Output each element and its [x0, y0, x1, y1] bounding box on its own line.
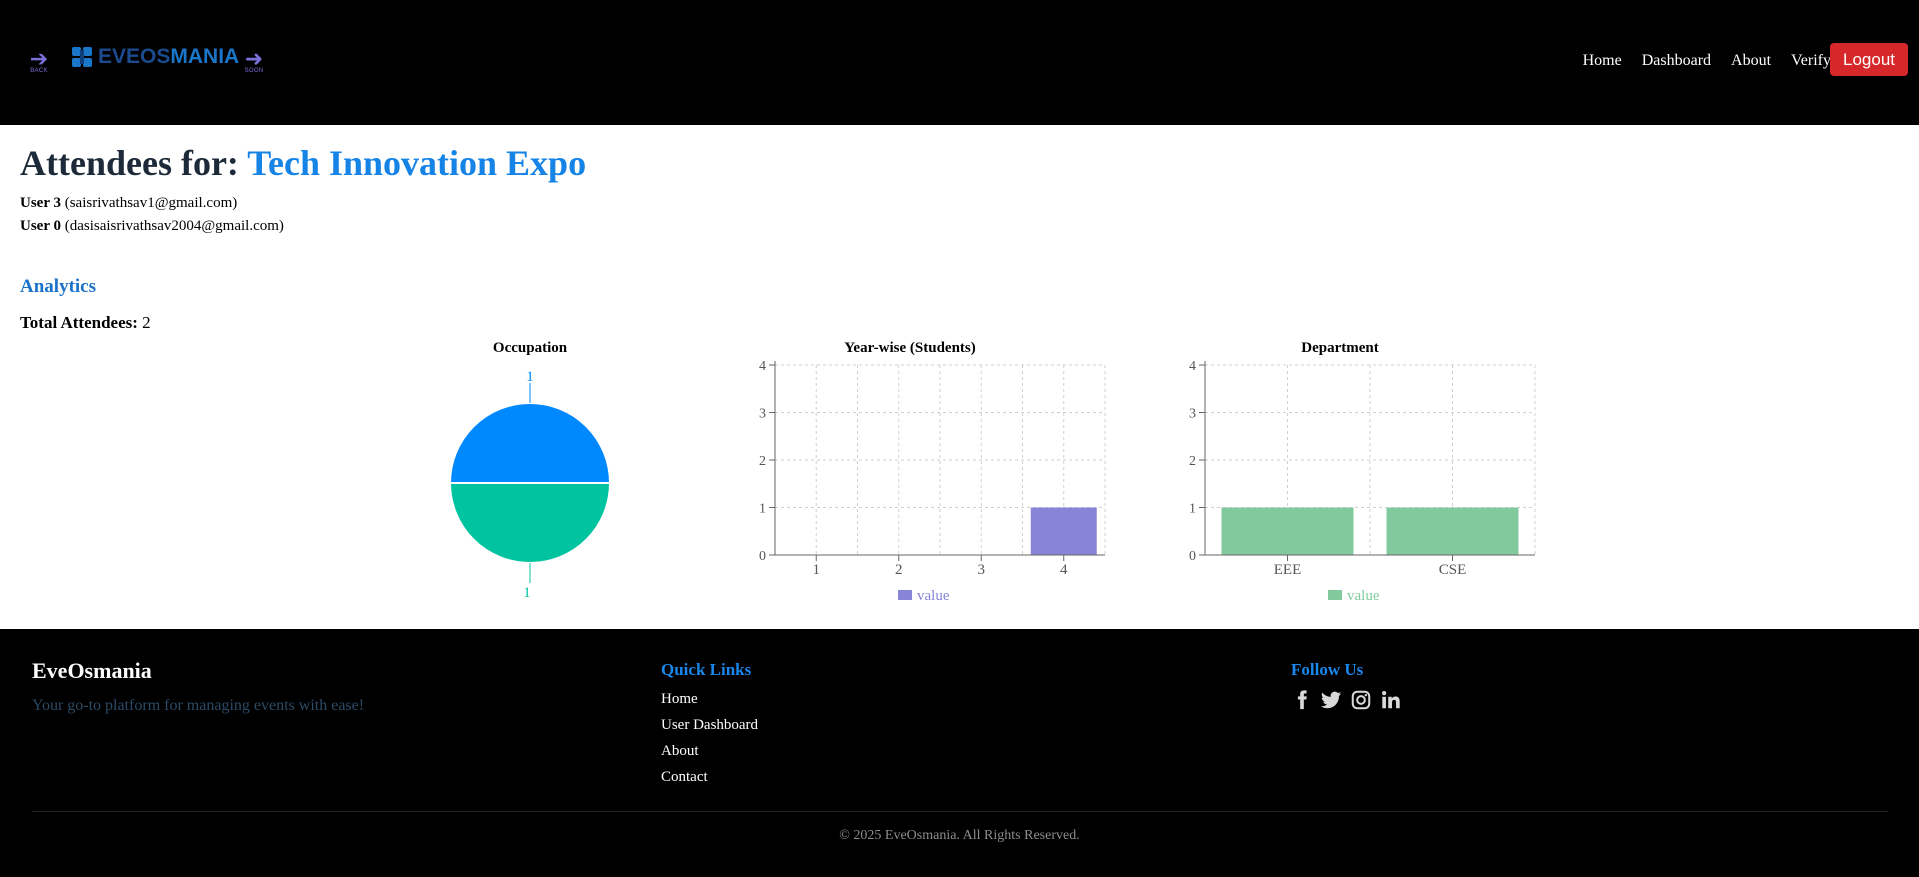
nav-link-dashboard[interactable]: Dashboard [1642, 52, 1711, 70]
logout-button[interactable]: Logout [1830, 43, 1908, 76]
pie-slice [448, 482, 612, 564]
footer-divider [32, 811, 1888, 812]
attendee-email: (dasisaisrivathsav2004@gmail.com) [64, 218, 284, 234]
department-legend-swatch [1328, 590, 1342, 600]
yearwise-y-tick-label: 0 [759, 549, 766, 564]
logo-text-part2: MANIA [170, 45, 240, 68]
page-title-prefix: Attendees for: [20, 143, 239, 183]
back-label: BACK [30, 68, 48, 74]
instagram-icon[interactable] [1350, 689, 1372, 711]
twitter-icon[interactable] [1320, 689, 1342, 711]
nav-link-verify[interactable]: Verify [1791, 52, 1831, 70]
logo-text-part1: EVEOS [98, 45, 171, 68]
soon-label: SOON [244, 68, 264, 74]
facebook-icon[interactable] [1291, 689, 1313, 711]
footer-brand: EveOsmania [32, 658, 152, 683]
department-y-tick-label: 4 [1189, 359, 1196, 374]
yearwise-legend-swatch [898, 590, 912, 600]
footer-link-contact[interactable]: Contact [661, 769, 708, 786]
navbar: ➔ BACK EVEOS MANIA ➜ SOON Home Dashboard … [0, 0, 1919, 125]
footer-link-about[interactable]: About [661, 743, 699, 760]
attendee-name: User 0 [20, 218, 61, 234]
copyright-text: © 2025 EveOsmania. All Rights Reserved. [839, 828, 1080, 843]
nav-links: Home Dashboard About Verify [1583, 52, 1831, 70]
pie-slice [448, 402, 612, 484]
event-name: Tech Innovation Expo [247, 143, 587, 183]
attendee-email: (saisrivathsav1@gmail.com) [64, 195, 238, 211]
attendee-name: User 3 [20, 195, 61, 211]
total-attendees: Total Attendees: 2 [20, 313, 151, 333]
department-bar-chart: 0 1 2 3 4 EEE CSE value [1189, 359, 1536, 604]
footer-tagline: Your go-to platform for managing events … [32, 697, 365, 714]
department-y-tick-label: 2 [1189, 454, 1196, 469]
department-bar [1221, 507, 1354, 555]
yearwise-bar-chart: 0 1 2 3 4 1 2 3 4 value [759, 359, 1106, 604]
department-bar [1386, 507, 1519, 555]
logo-mark-icon [72, 47, 92, 67]
occupation-chart-title: Occupation [492, 340, 568, 356]
footer: EveOsmania Your go-to platform for manag… [0, 629, 1919, 877]
yearwise-x-tick-label: 2 [895, 562, 903, 578]
department-y-tick-label: 0 [1189, 549, 1196, 564]
department-x-tick-label: CSE [1439, 562, 1467, 578]
department-x-tick-label: EEE [1274, 562, 1302, 578]
nav-link-home[interactable]: Home [1583, 52, 1622, 70]
occupation-pie-chart: 11 [448, 369, 612, 601]
yearwise-y-tick-label: 3 [759, 407, 766, 422]
department-y-tick-label: 1 [1189, 502, 1196, 517]
total-attendees-label: Total Attendees: [20, 313, 138, 332]
page-title: Attendees for: Tech Innovation Expo [20, 142, 586, 184]
yearwise-y-tick-label: 2 [759, 454, 766, 469]
yearwise-y-tick-label: 4 [759, 359, 766, 374]
back-arrow-icon[interactable]: ➔ BACK [28, 48, 50, 75]
analytics-heading: Analytics [20, 276, 96, 297]
department-y-tick-label: 3 [1189, 407, 1196, 422]
attendee-item: User 3 (saisrivathsav1@gmail.com) [20, 195, 237, 212]
yearwise-bar [1030, 507, 1097, 555]
yearwise-legend-label: value [917, 588, 950, 604]
total-attendees-value: 2 [142, 313, 151, 332]
linkedin-icon[interactable] [1380, 689, 1402, 711]
quick-links-heading: Quick Links [661, 660, 752, 679]
attendee-item: User 0 (dasisaisrivathsav2004@gmail.com) [20, 218, 284, 235]
pie-slice-label: 1 [523, 585, 531, 601]
yearwise-x-tick-label: 4 [1060, 562, 1068, 578]
footer-link-home[interactable]: Home [661, 691, 698, 708]
footer-link-user-dashboard[interactable]: User Dashboard [661, 717, 758, 734]
yearwise-y-tick-label: 1 [759, 502, 766, 517]
department-legend-label: value [1347, 588, 1380, 604]
yearwise-x-tick-label: 3 [978, 562, 986, 578]
nav-link-about[interactable]: About [1731, 52, 1771, 70]
follow-us-heading: Follow Us [1291, 660, 1364, 679]
yearwise-x-tick-label: 1 [813, 562, 821, 578]
pie-slice-label: 1 [526, 369, 534, 385]
logo[interactable]: EVEOS MANIA [71, 44, 239, 70]
soon-arrow-icon[interactable]: ➜ SOON [243, 48, 265, 75]
